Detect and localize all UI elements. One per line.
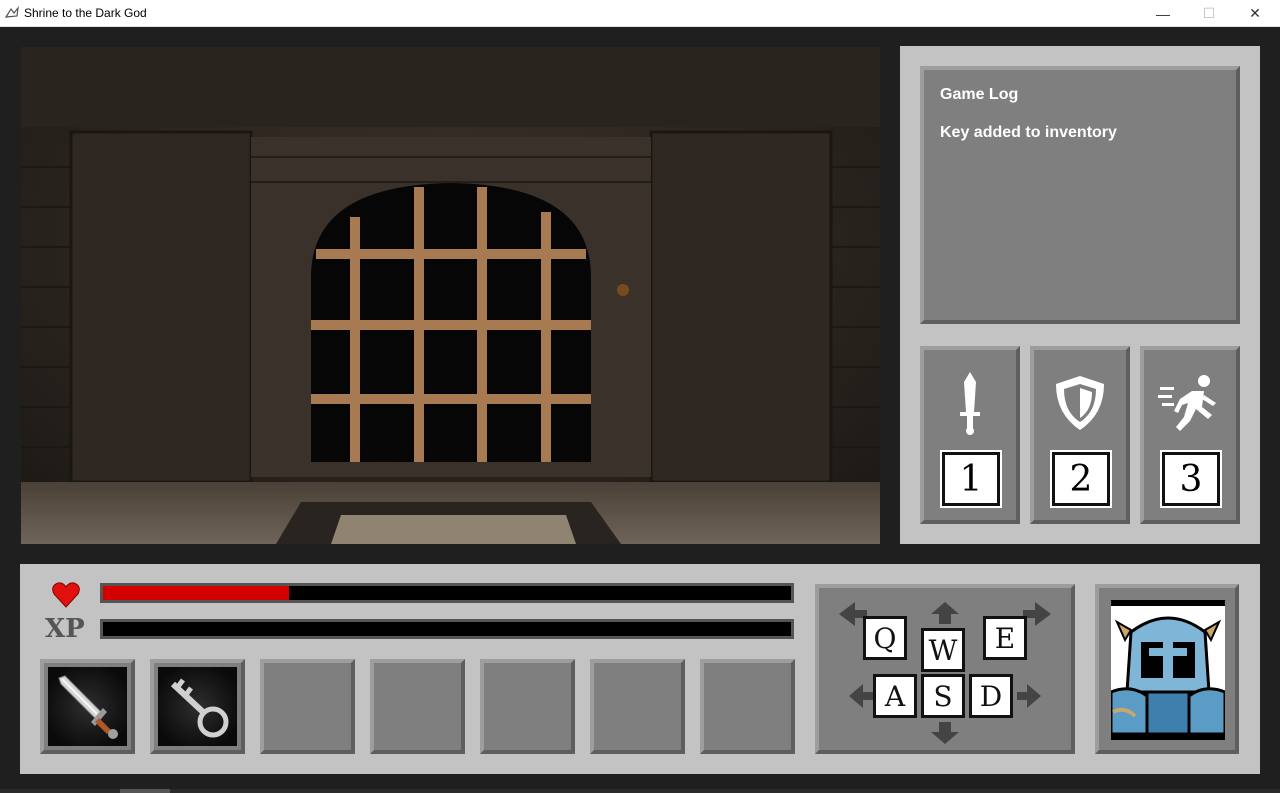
portrait-frame [1095,584,1239,754]
dungeon-scene-image [21,47,880,544]
app-icon [5,6,19,18]
status-panel: XP Q W E A S D [20,564,1260,774]
knight-portrait-icon [1111,600,1225,740]
minimize-button[interactable]: — [1140,0,1186,27]
inventory-slot-1[interactable] [40,659,135,754]
window-titlebar: Shrine to the Dark God — ☐ ✕ [0,0,1280,27]
inventory-slot-5[interactable] [480,659,575,754]
game-log: Game Log Key added to inventory [920,66,1240,324]
xp-label: XP [45,614,85,644]
side-panel: Game Log Key added to inventory 1 2 3 [900,46,1260,544]
health-bar-fill [103,586,289,600]
close-button[interactable]: ✕ [1232,0,1278,27]
key-e-button[interactable]: E [983,616,1027,660]
sword-icon [924,368,1016,438]
key-q-button[interactable]: Q [863,616,907,660]
action-key-1: 1 [940,450,1002,508]
inventory-slot-4[interactable] [370,659,465,754]
health-bar [100,583,794,603]
scroll-thumb [120,789,170,793]
heart-icon [52,582,80,608]
movement-pad: Q W E A S D [815,584,1075,754]
window-title: Shrine to the Dark God [24,6,147,20]
key-icon [158,667,237,746]
game-log-title: Game Log [940,86,1019,103]
dungeon-view [21,47,880,544]
action-key-2: 2 [1050,450,1112,508]
key-a-button[interactable]: A [873,674,917,718]
window-bottom-edge [0,789,1280,793]
game-log-message: Key added to inventory [940,124,1117,141]
key-w-button[interactable]: W [921,628,965,672]
inventory-slot-3[interactable] [260,659,355,754]
action-key-3: 3 [1160,450,1222,508]
key-d-button[interactable]: D [969,674,1013,718]
defend-button[interactable]: 2 [1030,346,1130,524]
key-s-button[interactable]: S [921,674,965,718]
xp-bar [100,619,794,639]
maximize-button[interactable]: ☐ [1186,0,1232,27]
shield-icon [1034,368,1126,438]
sword-icon [48,667,127,746]
attack-button[interactable]: 1 [920,346,1020,524]
inventory-slot-7[interactable] [700,659,795,754]
running-man-icon [1144,368,1236,438]
inventory-slot-6[interactable] [590,659,685,754]
inventory-slot-2[interactable] [150,659,245,754]
flee-button[interactable]: 3 [1140,346,1240,524]
